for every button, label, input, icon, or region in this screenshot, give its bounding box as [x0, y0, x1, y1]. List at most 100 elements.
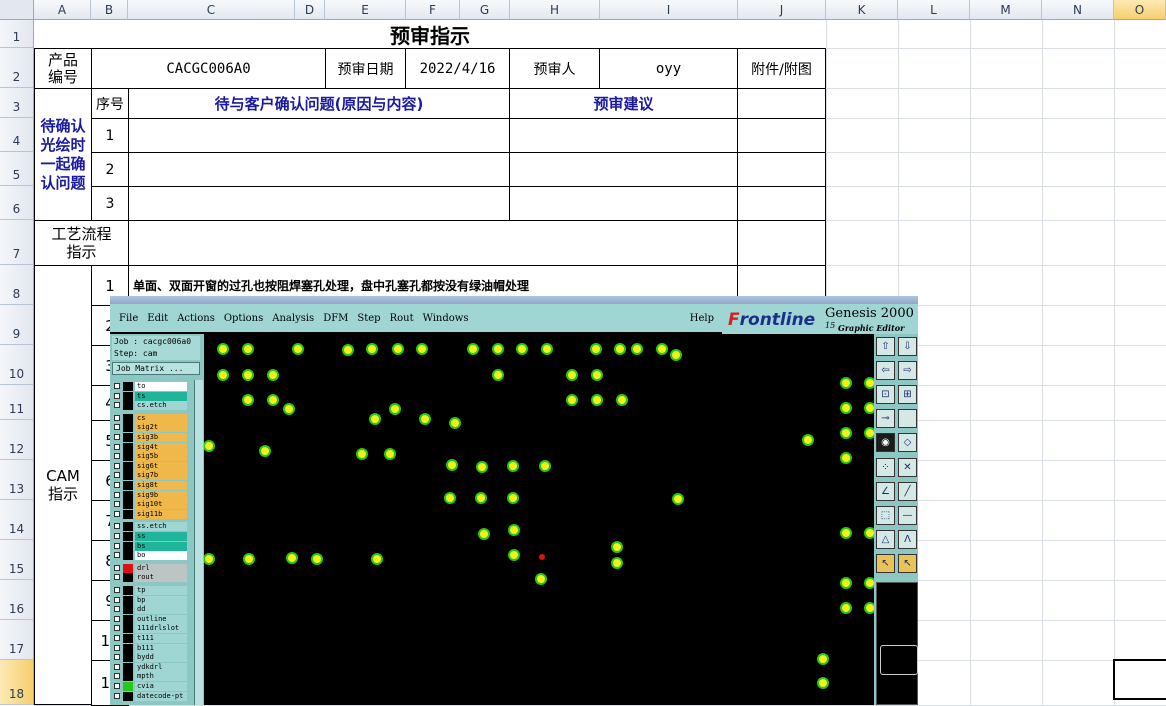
- layer-color-swatch[interactable]: [123, 382, 133, 391]
- shape-icon[interactable]: ◇: [898, 433, 917, 452]
- menu-actions[interactable]: Actions: [177, 313, 215, 324]
- layer-color-swatch[interactable]: [123, 433, 133, 442]
- layer-row-sig5b[interactable]: sig5b: [114, 452, 192, 462]
- layer-row-datecode-pt[interactable]: datecode-pt: [114, 691, 192, 701]
- layer-name[interactable]: ydkdrl: [135, 662, 187, 672]
- layer-row-111drlslot[interactable]: 111drlslot: [114, 624, 192, 634]
- layer-checkbox[interactable]: [114, 402, 120, 409]
- row-header-14[interactable]: 14: [0, 500, 34, 540]
- layer-row-sig9b[interactable]: sig9b: [114, 490, 192, 500]
- layer-name[interactable]: cs.etch: [135, 401, 187, 411]
- layer-name[interactable]: sig10t: [135, 500, 187, 510]
- row-header-4[interactable]: 4: [0, 118, 34, 152]
- layer-row-t111[interactable]: t111: [114, 634, 192, 643]
- layer-row-sig11b[interactable]: sig11b: [114, 509, 192, 519]
- process-label[interactable]: 工艺流程 指示: [34, 220, 129, 266]
- layer-row-cvia[interactable]: cvia: [114, 682, 192, 691]
- layer-checkbox[interactable]: [114, 644, 120, 651]
- layer-checkbox[interactable]: [114, 392, 120, 399]
- layer-row-bs[interactable]: bs: [114, 541, 192, 551]
- column-header-f[interactable]: F: [406, 0, 460, 20]
- layer-row-rout[interactable]: rout: [114, 573, 192, 583]
- layer-name[interactable]: to: [135, 382, 187, 391]
- layer-row-sig7b[interactable]: sig7b: [114, 471, 192, 481]
- layer-checkbox[interactable]: [114, 635, 120, 641]
- layer-name[interactable]: sig8t: [135, 481, 187, 490]
- layer-color-swatch[interactable]: [123, 500, 133, 510]
- layer-checkbox[interactable]: [114, 596, 120, 603]
- layer-color-swatch[interactable]: [123, 563, 133, 573]
- layer-name[interactable]: sig9b: [135, 490, 187, 500]
- layer-name[interactable]: sig4t: [135, 442, 187, 452]
- menu-edit[interactable]: Edit: [147, 313, 168, 324]
- row-header-6[interactable]: 6: [0, 186, 34, 220]
- attachment-label[interactable]: 附件/附图: [737, 48, 826, 89]
- layer-row-ts[interactable]: ts: [114, 391, 192, 401]
- layer-color-swatch[interactable]: [123, 461, 133, 471]
- layer-row-sig8t[interactable]: sig8t: [114, 481, 192, 490]
- layer-checkbox[interactable]: [114, 625, 120, 632]
- layer-color-swatch[interactable]: [123, 471, 133, 481]
- layer-checkbox[interactable]: [114, 552, 120, 559]
- pointer-alt-icon[interactable]: ↖: [898, 554, 917, 573]
- menu-step[interactable]: Step: [357, 313, 380, 324]
- column-header-i[interactable]: I: [600, 0, 738, 20]
- pointer-icon[interactable]: ↖: [876, 554, 895, 573]
- select-all-corner[interactable]: [0, 0, 34, 20]
- confirm-advice-cell[interactable]: [509, 152, 738, 187]
- layer-row-bo[interactable]: bo: [114, 551, 192, 561]
- layer-checkbox[interactable]: [114, 615, 120, 622]
- column-header-o[interactable]: O: [1114, 0, 1166, 20]
- layer-row-outline[interactable]: outline: [114, 614, 192, 624]
- snap-icon[interactable]: ◉: [876, 433, 895, 452]
- row-header-2[interactable]: 2: [0, 48, 34, 88]
- layer-name[interactable]: ss.etch: [135, 522, 187, 532]
- sheet-title[interactable]: 预审指示: [34, 20, 826, 49]
- layer-name[interactable]: b111: [135, 643, 187, 653]
- menu-windows[interactable]: Windows: [423, 313, 469, 324]
- layer-color-swatch[interactable]: [123, 423, 133, 433]
- layer-name[interactable]: ss: [135, 532, 187, 541]
- layer-color-swatch[interactable]: [123, 682, 133, 691]
- process-cell[interactable]: [128, 220, 738, 266]
- confirm-advice-cell[interactable]: [509, 118, 738, 153]
- layer-color-swatch[interactable]: [123, 442, 133, 452]
- layer-checkbox[interactable]: [114, 472, 120, 479]
- confirm-issue-cell[interactable]: [128, 118, 510, 153]
- layer-checkbox[interactable]: [114, 663, 120, 670]
- cross-icon[interactable]: ✕: [898, 458, 917, 477]
- layer-color-swatch[interactable]: [123, 643, 133, 653]
- selected-cell-outline[interactable]: [1113, 659, 1166, 700]
- menu-help[interactable]: Help: [690, 313, 714, 324]
- seq-header[interactable]: 序号: [91, 88, 129, 119]
- column-header-k[interactable]: K: [826, 0, 898, 20]
- layer-checkbox[interactable]: [114, 501, 120, 508]
- menu-rout[interactable]: Rout: [390, 313, 414, 324]
- layer-checkbox[interactable]: [114, 414, 120, 421]
- row-header-12[interactable]: 12: [0, 420, 34, 460]
- column-header-g[interactable]: G: [460, 0, 510, 20]
- layer-color-swatch[interactable]: [123, 413, 133, 423]
- layer-checkbox[interactable]: [114, 587, 120, 593]
- layer-name[interactable]: cs: [135, 413, 187, 423]
- layer-color-swatch[interactable]: [123, 614, 133, 624]
- layer-checkbox[interactable]: [114, 542, 120, 549]
- menu-dfm[interactable]: DFM: [323, 313, 348, 324]
- layer-row-drl[interactable]: drl: [114, 563, 192, 573]
- row-header-16[interactable]: 16: [0, 580, 34, 620]
- layer-color-swatch[interactable]: [123, 662, 133, 672]
- arrow-a-icon[interactable]: Λ: [898, 530, 917, 549]
- layer-checkbox[interactable]: [114, 523, 120, 530]
- column-header-d[interactable]: D: [295, 0, 325, 20]
- advice-header[interactable]: 预审建议: [509, 88, 738, 119]
- layer-name[interactable]: outline: [135, 614, 187, 624]
- layer-row-bp[interactable]: bp: [114, 595, 192, 605]
- layer-row-ss.etch[interactable]: ss.etch: [114, 522, 192, 532]
- layer-checkbox[interactable]: [114, 654, 120, 661]
- layer-name[interactable]: sig5b: [135, 452, 187, 462]
- reviewer-value[interactable]: oyy: [599, 48, 738, 89]
- layer-row-ydkdrl[interactable]: ydkdrl: [114, 662, 192, 672]
- measure-icon[interactable]: ⊸: [876, 409, 895, 428]
- confirm-issues-label[interactable]: 待确认 光绘时 一起确 认问题: [34, 88, 92, 221]
- layer-checkbox[interactable]: [114, 683, 120, 689]
